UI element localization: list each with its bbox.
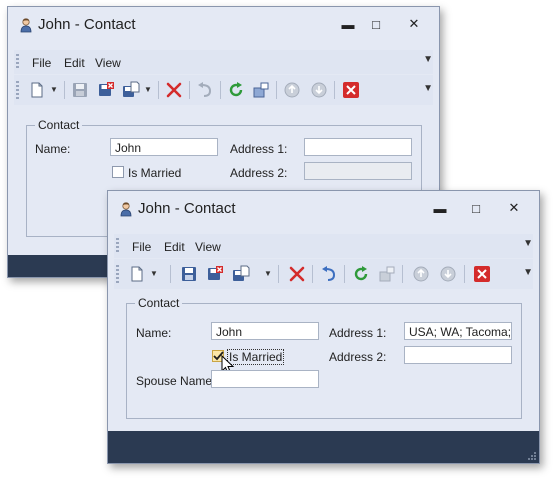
- menu-file[interactable]: File: [132, 240, 151, 254]
- menu-file[interactable]: File: [32, 56, 51, 70]
- close-icon[interactable]: [342, 81, 360, 99]
- toolbar-separator: [64, 81, 65, 99]
- toolbar-separator: [402, 265, 403, 283]
- toolbar-separator: [220, 81, 221, 99]
- menu-bar: File Edit View ▼: [114, 234, 533, 258]
- menu-bar: File Edit View ▼: [14, 50, 433, 74]
- toolbar-separator: [170, 265, 171, 283]
- status-bar: [108, 431, 539, 463]
- toolbar-separator: [276, 81, 277, 99]
- close-window-button[interactable]: ✕: [504, 199, 524, 217]
- toolbar-separator: [334, 81, 335, 99]
- minimize-button[interactable]: ▬: [430, 199, 450, 217]
- group-title: Contact: [35, 118, 83, 132]
- is-married-label: Is Married: [128, 166, 182, 180]
- previous-icon[interactable]: [283, 81, 301, 99]
- delete-icon[interactable]: [165, 81, 183, 99]
- window-title: John - Contact: [38, 16, 136, 33]
- address2-field[interactable]: [304, 162, 412, 180]
- menu-edit[interactable]: Edit: [64, 56, 85, 70]
- next-icon[interactable]: [439, 265, 457, 283]
- save-and-close-icon[interactable]: [97, 81, 115, 99]
- toolbar-separator: [464, 265, 465, 283]
- menu-view[interactable]: View: [195, 240, 221, 254]
- save-icon[interactable]: [71, 81, 89, 99]
- undo-icon[interactable]: [196, 81, 214, 99]
- menu-customize-icon[interactable]: ▼: [423, 54, 433, 65]
- save-dropdown-icon[interactable]: ▼: [264, 265, 272, 283]
- close-icon[interactable]: [473, 265, 491, 283]
- group-title: Contact: [135, 296, 183, 310]
- view-icon[interactable]: [252, 81, 270, 99]
- spouse-name-label: Spouse Name:: [136, 374, 216, 388]
- name-label: Name:: [35, 142, 71, 156]
- address1-field[interactable]: [304, 138, 412, 156]
- save-and-close-icon[interactable]: [206, 265, 224, 283]
- next-icon[interactable]: [310, 81, 328, 99]
- menu-view[interactable]: View: [95, 56, 121, 70]
- toolbar-grip[interactable]: [116, 265, 119, 283]
- menu-grip[interactable]: [16, 54, 19, 70]
- close-window-button[interactable]: ✕: [404, 15, 424, 33]
- new-document-icon[interactable]: [28, 81, 46, 99]
- menu-edit[interactable]: Edit: [164, 240, 185, 254]
- toolbar: ▼ ▼ ▼: [14, 75, 433, 105]
- name-field[interactable]: John: [211, 322, 319, 340]
- menu-grip[interactable]: [116, 238, 119, 254]
- toolbar-separator: [278, 265, 279, 283]
- address2-label: Address 2:: [230, 166, 288, 180]
- refresh-icon[interactable]: [227, 81, 245, 99]
- spouse-name-field[interactable]: [211, 370, 319, 388]
- window-title: John - Contact: [138, 200, 236, 217]
- front-title-bar[interactable]: John - Contact ▬ □ ✕: [108, 191, 539, 227]
- save-and-new-icon[interactable]: [232, 265, 250, 283]
- toolbar-customize-icon[interactable]: ▼: [423, 83, 433, 94]
- is-married-label: Is Married: [226, 349, 285, 365]
- toolbar-separator: [189, 81, 190, 99]
- undo-icon[interactable]: [320, 265, 338, 283]
- address1-field[interactable]: USA; WA; Tacoma;: [404, 322, 512, 340]
- address1-label: Address 1:: [329, 326, 387, 340]
- toolbar-separator: [344, 265, 345, 283]
- previous-icon[interactable]: [412, 265, 430, 283]
- toolbar: ▼ ▼ ▼: [114, 259, 533, 289]
- save-dropdown-icon[interactable]: ▼: [144, 81, 152, 99]
- maximize-button[interactable]: □: [466, 199, 486, 217]
- toolbar-grip[interactable]: [16, 81, 19, 99]
- toolbar-customize-icon[interactable]: ▼: [523, 267, 533, 278]
- address2-label: Address 2:: [329, 350, 387, 364]
- address1-label: Address 1:: [230, 142, 288, 156]
- new-dropdown-icon[interactable]: ▼: [150, 265, 158, 283]
- save-icon[interactable]: [180, 265, 198, 283]
- contact-person-icon: [120, 202, 132, 217]
- name-label: Name:: [136, 326, 172, 340]
- new-dropdown-icon[interactable]: ▼: [50, 81, 58, 99]
- maximize-button[interactable]: □: [366, 15, 386, 33]
- toolbar-separator: [312, 265, 313, 283]
- resize-grip-icon[interactable]: [527, 451, 537, 461]
- toolbar-separator: [158, 81, 159, 99]
- is-married-checkbox[interactable]: [112, 166, 124, 178]
- delete-icon[interactable]: [288, 265, 306, 283]
- name-field[interactable]: John: [110, 138, 218, 156]
- new-document-icon[interactable]: [128, 265, 146, 283]
- back-title-bar[interactable]: John - Contact ▬ □ ✕: [8, 7, 439, 43]
- refresh-icon[interactable]: [352, 265, 370, 283]
- view-icon[interactable]: [378, 265, 396, 283]
- menu-customize-icon[interactable]: ▼: [523, 238, 533, 249]
- contact-group: Contact Name: John Is Married Spouse Nam…: [126, 296, 522, 419]
- contact-person-icon: [20, 18, 32, 33]
- save-and-new-icon[interactable]: [122, 81, 140, 99]
- address2-field[interactable]: [404, 346, 512, 364]
- front-window: John - Contact ▬ □ ✕ File Edit View ▼ ▼ …: [107, 190, 540, 464]
- minimize-button[interactable]: ▬: [338, 15, 358, 33]
